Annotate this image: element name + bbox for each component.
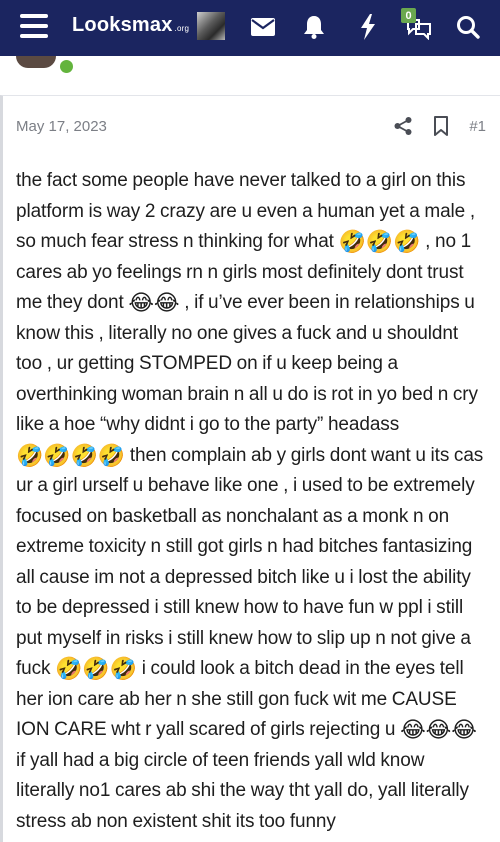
post-number-link[interactable]: #1 — [469, 118, 486, 135]
post-actions: #1 — [391, 114, 486, 138]
author-avatar[interactable] — [16, 56, 56, 68]
post-text: , if u’ve ever been in relationships u k… — [16, 292, 478, 435]
top-navigation-bar: Looksmax .org 0 — [0, 0, 500, 56]
site-logo[interactable]: Looksmax .org — [72, 14, 189, 42]
bookmark-icon[interactable] — [429, 114, 453, 138]
online-status-indicator — [57, 57, 76, 76]
post-date[interactable]: May 17, 2023 — [16, 118, 107, 135]
author-strip — [0, 56, 500, 86]
logo-text: Looksmax — [72, 14, 173, 36]
post-text: then complain ab y girls dont want u its… — [16, 444, 484, 680]
rofl-emoji-group: 🤣🤣🤣🤣 — [16, 443, 126, 469]
envelope-icon[interactable] — [247, 12, 279, 42]
logo-tld: .org — [174, 24, 190, 33]
post-meta-row: May 17, 2023 #1 — [16, 116, 486, 136]
joy-emoji-group: 😂😂 — [128, 291, 180, 316]
rofl-emoji-group: 🤣🤣🤣 — [55, 657, 138, 682]
conversations-count-badge: 0 — [401, 8, 416, 23]
bell-icon[interactable] — [298, 12, 330, 42]
post-body: the fact some people have never talked t… — [16, 166, 486, 837]
share-icon[interactable] — [391, 114, 415, 138]
post-text: if yall had a big circle of teen friends… — [16, 749, 469, 832]
joy-emoji-group: 😂😂😂 — [400, 718, 477, 743]
user-avatar[interactable] — [197, 12, 225, 40]
lightning-bolt-icon[interactable] — [352, 12, 384, 42]
rofl-emoji-group: 🤣🤣🤣 — [338, 230, 421, 255]
hamburger-menu-icon[interactable] — [20, 14, 48, 40]
magnifier-icon[interactable] — [452, 12, 484, 42]
